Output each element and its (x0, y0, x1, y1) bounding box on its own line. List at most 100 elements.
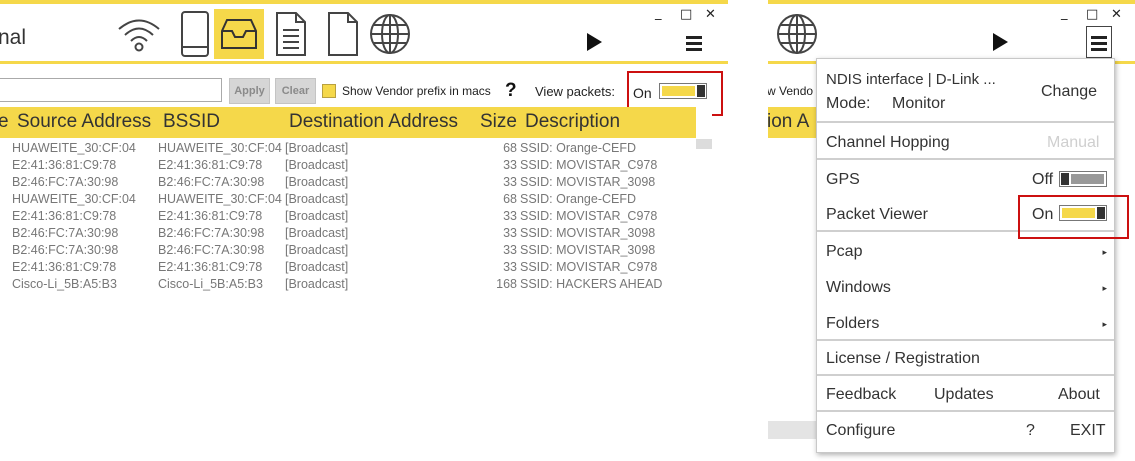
table-row[interactable]: B2:46:FC:7A:30:98 B2:46:FC:7A:30:98 [Broad… (0, 175, 696, 192)
table-row[interactable]: HUAWEITE_30:CF:04 HUAWEITE_30:CF:04 [Broad… (0, 192, 696, 209)
pcap-item[interactable]: Pcap (826, 243, 862, 261)
mode-value: Monitor (892, 95, 946, 112)
menu-button[interactable] (1086, 26, 1112, 58)
minimize-button[interactable]: _ (655, 6, 662, 21)
cell-size: 168 (496, 277, 517, 291)
menu-divider (817, 158, 1114, 160)
channel-hopping-item[interactable]: Channel Hopping (826, 134, 950, 152)
cell-source: B2:46:FC:7A:30:98 (12, 175, 119, 189)
change-interface-button[interactable]: Change (1041, 83, 1097, 101)
column-source-address[interactable]: Source Address (17, 111, 151, 133)
menu-divider (817, 410, 1114, 412)
globe-icon[interactable] (772, 9, 822, 59)
channel-hopping-value: Manual (1047, 134, 1100, 151)
folders-item[interactable]: Folders (826, 315, 879, 333)
column-type[interactable]: e (0, 111, 9, 133)
cell-description: SSID: MOVISTAR_3098 (520, 243, 656, 257)
cell-size: 68 (503, 141, 517, 155)
clear-button[interactable]: Clear (275, 78, 316, 104)
cell-source: Cisco-Li_5B:A5:B3 (12, 277, 117, 291)
column-bssid[interactable]: BSSID (163, 111, 220, 133)
table-header: ion A (768, 107, 818, 138)
play-icon[interactable] (587, 33, 602, 51)
column-destination-address[interactable]: Destination Address (289, 111, 458, 133)
feedback-item[interactable]: Feedback (826, 386, 896, 404)
vendor-label-fragment: w Vendo (768, 84, 814, 98)
gps-state: Off (1032, 171, 1054, 188)
gps-toggle[interactable] (1059, 171, 1107, 187)
scrollbar-thumb[interactable] (696, 139, 712, 149)
toggle-knob (697, 85, 705, 97)
table-row[interactable]: E2:41:36:81:C9:78 E2:41:36:81:C9:78 [Broad… (0, 158, 696, 175)
cell-description: SSID: Orange-CEFD (520, 141, 637, 155)
phone-icon[interactable] (170, 9, 220, 59)
toggle-fill (1071, 174, 1104, 184)
submenu-arrow-icon: ▸ (1102, 319, 1107, 329)
about-item[interactable]: About (1058, 386, 1100, 404)
play-icon[interactable] (993, 33, 1008, 51)
cell-bssid: B2:46:FC:7A:30:98 (158, 175, 265, 189)
cell-size: 33 (503, 226, 517, 240)
cell-bssid: HUAWEITE_30:CF:04 (158, 192, 282, 206)
table-row[interactable]: HUAWEITE_30:CF:04 HUAWEITE_30:CF:04 [Broad… (0, 141, 696, 158)
apply-button[interactable]: Apply (229, 78, 270, 104)
wifi-icon[interactable] (114, 9, 164, 59)
column-description[interactable]: Description (525, 111, 620, 133)
help-item[interactable]: ? (1026, 422, 1035, 440)
cell-source: E2:41:36:81:C9:78 (12, 158, 117, 172)
menu-divider (817, 374, 1114, 376)
inbox-icon[interactable] (214, 9, 264, 59)
cell-bssid: B2:46:FC:7A:30:98 (158, 226, 265, 240)
cell-size: 33 (503, 158, 517, 172)
left-app-window: nal _ □ ✕ Apply Clear Show Vendor prefix… (0, 0, 728, 295)
blank-document-icon[interactable] (318, 9, 368, 59)
cell-source: HUAWEITE_30:CF:04 (12, 141, 136, 155)
cell-destination: [Broadcast] (285, 192, 349, 206)
column-size[interactable]: Size (480, 111, 517, 133)
interface-name: NDIS interface | D-Link ... (826, 71, 996, 88)
cell-bssid: E2:41:36:81:C9:78 (158, 158, 263, 172)
cell-bssid: E2:41:36:81:C9:78 (158, 260, 263, 274)
gps-item[interactable]: GPS (826, 171, 860, 189)
updates-item[interactable]: Updates (934, 386, 994, 404)
table-row[interactable]: Cisco-Li_5B:A5:B3 Cisco-Li_5B:A5:B3 [Broad… (0, 277, 696, 294)
cell-destination: [Broadcast] (285, 141, 349, 155)
cell-description: SSID: MOVISTAR_C978 (520, 260, 658, 274)
view-packets-toggle[interactable] (659, 83, 707, 99)
toggle-knob (1061, 173, 1069, 185)
cell-source: B2:46:FC:7A:30:98 (12, 226, 119, 240)
globe-icon[interactable] (365, 9, 415, 59)
exit-item[interactable]: EXIT (1070, 422, 1106, 440)
configure-item[interactable]: Configure (826, 422, 895, 440)
submenu-arrow-icon: ▸ (1102, 247, 1107, 257)
table-row[interactable]: B2:46:FC:7A:30:98 B2:46:FC:7A:30:98 [Broad… (0, 243, 696, 260)
maximize-button[interactable]: □ (1086, 7, 1098, 22)
maximize-button[interactable]: □ (680, 7, 692, 22)
menu-divider (817, 121, 1114, 123)
cell-bssid: Cisco-Li_5B:A5:B3 (158, 277, 263, 291)
horizontal-scrollbar (768, 421, 818, 439)
close-button[interactable]: ✕ (705, 7, 716, 22)
cell-description: SSID: HACKERS AHEAD (520, 277, 663, 291)
hamburger-menu-icon (1091, 36, 1107, 54)
table-row[interactable]: E2:41:36:81:C9:78 E2:41:36:81:C9:78 [Broad… (0, 209, 696, 226)
packet-viewer-item[interactable]: Packet Viewer (826, 206, 928, 224)
table-header: e Source Address BSSID Destination Addre… (0, 107, 696, 138)
help-icon[interactable]: ? (505, 80, 517, 102)
license-item[interactable]: License / Registration (826, 350, 980, 368)
vertical-scrollbar[interactable] (696, 107, 712, 295)
cell-source: E2:41:36:81:C9:78 (12, 260, 117, 274)
cell-bssid: HUAWEITE_30:CF:04 (158, 141, 282, 155)
table-row[interactable]: B2:46:FC:7A:30:98 B2:46:FC:7A:30:98 [Broad… (0, 226, 696, 243)
minimize-button[interactable]: _ (1061, 6, 1068, 21)
cell-source: E2:41:36:81:C9:78 (12, 209, 117, 223)
document-icon[interactable] (266, 9, 316, 59)
toolbar-divider (0, 61, 728, 64)
filter-input[interactable] (0, 78, 222, 102)
cell-size: 33 (503, 175, 517, 189)
table-row[interactable]: E2:41:36:81:C9:78 E2:41:36:81:C9:78 [Broad… (0, 260, 696, 277)
close-button[interactable]: ✕ (1111, 7, 1122, 22)
vendor-prefix-checkbox[interactable] (322, 84, 336, 98)
hamburger-menu-icon[interactable] (686, 36, 702, 54)
windows-item[interactable]: Windows (826, 279, 891, 297)
